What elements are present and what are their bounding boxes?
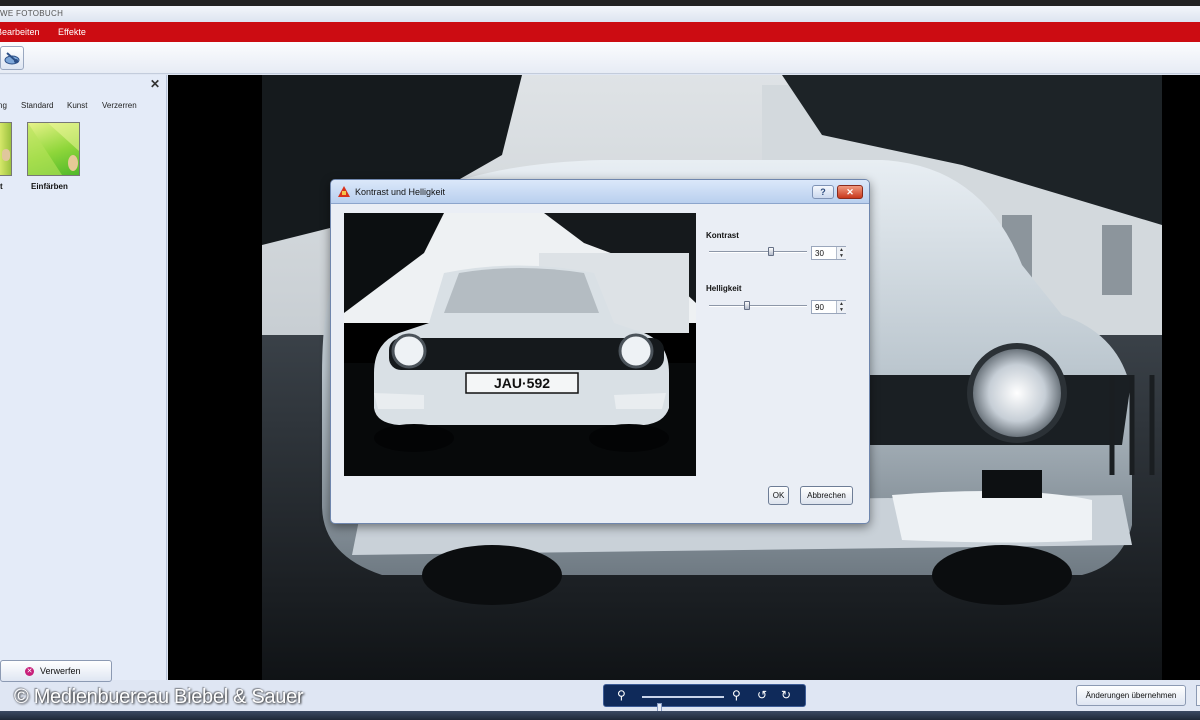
help-button[interactable]: ? [812, 185, 834, 199]
preview-image: JAU·592 [344, 213, 696, 476]
window-title: WE FOTOBUCH [0, 9, 64, 18]
dialog-close-button[interactable]: ✕ [837, 185, 863, 199]
brightness-slider-track [709, 305, 807, 307]
tab-partial[interactable]: ng [0, 101, 7, 110]
zoom-out-icon[interactable]: ⚲ [617, 688, 626, 702]
contrast-slider-thumb[interactable] [768, 247, 774, 256]
effect-thumbnail-einfaerben[interactable] [27, 122, 80, 176]
dialog-titlebar: Kontrast und Helligkeit ? ✕ [331, 180, 869, 204]
apply-changes-button[interactable]: Änderungen übernehmen [1076, 685, 1186, 706]
contrast-slider-track [709, 251, 807, 253]
rotate-left-icon[interactable]: ↺ [757, 688, 767, 702]
discard-button[interactable]: ✕ Verwerfen [0, 660, 112, 682]
contrast-slider[interactable] [709, 247, 807, 257]
preview-plate-text: JAU·592 [494, 375, 550, 391]
menu-bar: Bearbeiten Effekte [0, 22, 1200, 42]
app-icon [338, 186, 350, 197]
effects-panel: ✕ ng Standard Kunst Verzerren t Einfärbe… [0, 75, 167, 682]
window-titlebar: WE FOTOBUCH [0, 6, 1200, 22]
menu-item-bearbeiten[interactable]: Bearbeiten [0, 27, 40, 37]
effect-label-partial: t [0, 182, 3, 191]
contrast-brightness-dialog: Kontrast und Helligkeit ? ✕ JAU·592 Kont… [330, 179, 870, 524]
edit-tool-button[interactable] [0, 46, 24, 70]
brightness-slider[interactable] [709, 301, 807, 311]
menu-item-effekte[interactable]: Effekte [58, 27, 86, 37]
os-taskbar [0, 711, 1200, 720]
brightness-spin-arrows-icon[interactable]: ▲ ▼ [836, 301, 846, 313]
colorize-preview-icon [28, 123, 79, 175]
brightness-slider-thumb[interactable] [744, 301, 750, 310]
cancel-button[interactable]: Abbrechen [800, 486, 853, 505]
tab-kunst[interactable]: Kunst [67, 101, 87, 110]
rotate-right-icon[interactable]: ↻ [781, 688, 791, 702]
contrast-value: 30 [815, 249, 824, 258]
contrast-spin-arrows-icon[interactable]: ▲ ▼ [836, 247, 846, 259]
tab-standard[interactable]: Standard [21, 101, 53, 110]
tab-verzerren[interactable]: Verzerren [102, 101, 137, 110]
discard-icon: ✕ [25, 667, 34, 676]
contrast-spinbox[interactable]: 30 ▲ ▼ [811, 246, 846, 260]
toolbar [0, 42, 1200, 74]
zoom-slider[interactable] [642, 696, 724, 713]
zoom-in-icon[interactable]: ⚲ [732, 688, 741, 702]
brush-icon [4, 52, 20, 65]
copyright-watermark: © Medienbuereau Biebel & Sauer [14, 686, 304, 708]
ok-button[interactable]: OK [768, 486, 789, 505]
effect-label-einfaerben: Einfärben [31, 182, 68, 191]
secondary-footer-button[interactable] [1196, 685, 1200, 706]
effect-thumbnail-partial[interactable] [0, 122, 12, 176]
contrast-label: Kontrast [706, 231, 739, 240]
brightness-spinbox[interactable]: 90 ▲ ▼ [811, 300, 846, 314]
discard-label: Verwerfen [40, 666, 81, 676]
brightness-value: 90 [815, 303, 824, 312]
panel-close-icon[interactable]: ✕ [150, 77, 160, 91]
car-preview-image: JAU·592 [344, 213, 696, 476]
dialog-title: Kontrast und Helligkeit [355, 187, 446, 197]
zoom-toolbar: ⚲ ⚲ ↺ ↻ [603, 684, 806, 713]
brightness-label: Helligkeit [706, 284, 742, 293]
